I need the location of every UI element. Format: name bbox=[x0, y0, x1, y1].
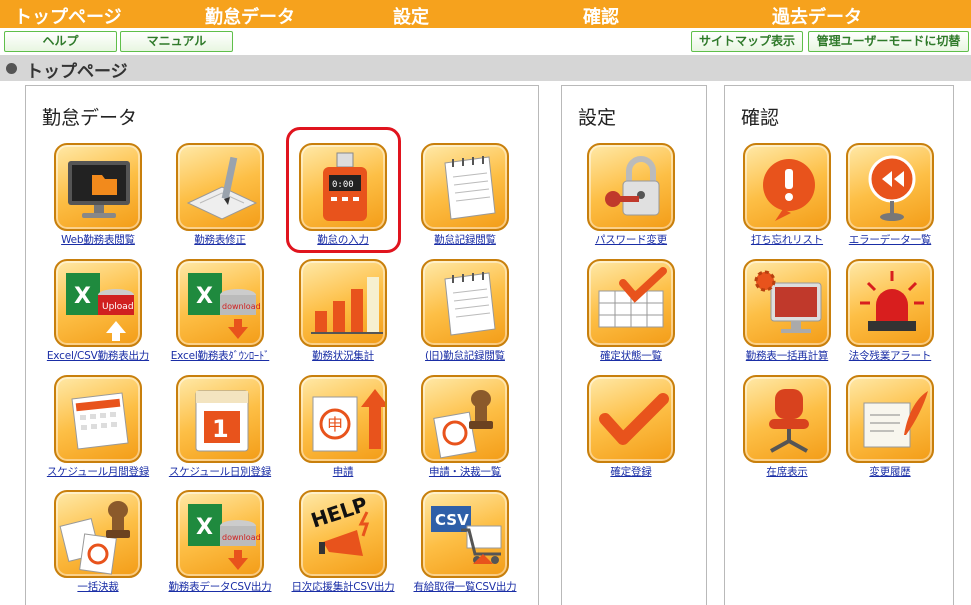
admin-mode-button[interactable]: 管理ユーザーモードに切替 bbox=[808, 31, 969, 52]
top-menu-confirm[interactable]: 確認 bbox=[583, 3, 619, 29]
tile-attendance-records[interactable]: 勤怠記録閲覧 bbox=[405, 143, 525, 255]
top-menu-bar: トップページ 勤怠データ 設定 確認 過去データ bbox=[0, 0, 971, 28]
tile-label: 変更履歴 bbox=[869, 466, 911, 478]
tile-label: 勤務表データCSV出力 bbox=[168, 581, 272, 593]
tile-apply[interactable]: 申 申請 bbox=[283, 375, 403, 487]
excel-upload-icon: X Upload bbox=[54, 259, 142, 347]
tile-label: 確定状態一覧 bbox=[600, 350, 662, 362]
monitor-gear-icon bbox=[743, 259, 831, 347]
top-menu-kintai-data[interactable]: 勤怠データ bbox=[205, 3, 295, 29]
approval-stamp-icon bbox=[421, 375, 509, 463]
tile-paid-leave-csv[interactable]: CSV 有給取得一覧CSV出力 bbox=[405, 490, 525, 602]
checkmark-icon bbox=[587, 375, 675, 463]
grid-check-icon bbox=[587, 259, 675, 347]
tile-daily-support-csv[interactable]: HELP 日次応援集計CSV出力 bbox=[283, 490, 403, 602]
tile-excel-download[interactable]: Xdownload Excel勤務表ﾀﾞｳﾝﾛｰﾄﾞ bbox=[160, 259, 280, 371]
section-title-settings: 設定 bbox=[578, 107, 617, 129]
excel-download-icon: Xdownload bbox=[176, 259, 264, 347]
tile-old-attendance-records[interactable]: (旧)勤怠記録閲覧 bbox=[405, 259, 525, 371]
tile-label: スケジュール月間登録 bbox=[46, 466, 150, 478]
tile-schedule-monthly[interactable]: スケジュール月間登録 bbox=[38, 375, 158, 487]
tile-schedule-daily[interactable]: 1 スケジュール日別登録 bbox=[160, 375, 280, 487]
tile-label: パスワード変更 bbox=[594, 234, 668, 246]
tile-label: 有給取得一覧CSV出力 bbox=[413, 581, 517, 593]
bullet-icon bbox=[6, 63, 17, 74]
tile-password-change[interactable]: パスワード変更 bbox=[571, 143, 691, 255]
tile-bulk-approval[interactable]: 一括決裁 bbox=[38, 490, 158, 602]
top-menu-settings[interactable]: 設定 bbox=[393, 3, 429, 29]
stamp-apply-icon: 申 bbox=[299, 375, 387, 463]
svg-text:X: X bbox=[74, 284, 91, 309]
tile-web-timesheet[interactable]: Web勤務表閲覧 bbox=[38, 143, 158, 255]
tile-label: エラーデータ一覧 bbox=[848, 234, 932, 246]
quill-scroll-icon bbox=[846, 375, 934, 463]
pen-form-icon bbox=[176, 143, 264, 231]
help-megaphone-icon: HELP bbox=[299, 490, 387, 578]
help-button[interactable]: ヘルプ bbox=[4, 31, 117, 52]
notepad-icon bbox=[421, 259, 509, 347]
error-sign-icon bbox=[846, 143, 934, 231]
tile-label: (旧)勤怠記録閲覧 bbox=[425, 350, 505, 362]
exclamation-icon bbox=[743, 143, 831, 231]
svg-text:HELP: HELP bbox=[308, 492, 370, 533]
section-title-confirm: 確認 bbox=[741, 107, 780, 129]
section-title-kintai: 勤怠データ bbox=[42, 107, 138, 129]
tile-label: 勤怠記録閲覧 bbox=[434, 234, 496, 246]
tile-label: 確定登録 bbox=[610, 466, 652, 478]
tile-confirmed-status-list[interactable]: 確定状態一覧 bbox=[571, 259, 691, 371]
top-menu-top-page[interactable]: トップページ bbox=[14, 3, 122, 29]
svg-text:download: download bbox=[222, 302, 261, 311]
tile-label: Excel/CSV勤務表出力 bbox=[46, 350, 150, 362]
tile-timesheet-edit[interactable]: 勤務表修正 bbox=[160, 143, 280, 255]
svg-text:Upload: Upload bbox=[102, 302, 134, 312]
tile-label: 勤務表修正 bbox=[194, 234, 246, 246]
daily-calendar-icon: 1 bbox=[176, 375, 264, 463]
sitemap-button[interactable]: サイトマップ表示 bbox=[691, 31, 803, 52]
tile-label: 申請・決裁一覧 bbox=[428, 466, 502, 478]
tile-label: Web勤務表閲覧 bbox=[61, 234, 135, 246]
tile-change-history[interactable]: 変更履歴 bbox=[830, 375, 950, 487]
tile-label: 法令残業アラート bbox=[848, 350, 932, 362]
svg-text:download: download bbox=[222, 533, 261, 542]
office-chair-icon bbox=[743, 375, 831, 463]
tile-legal-overtime-alert[interactable]: 法令残業アラート bbox=[830, 259, 950, 371]
excel-download-icon: Xdownload bbox=[176, 490, 264, 578]
highlight-frame bbox=[286, 127, 401, 253]
tile-label: 一括決裁 bbox=[77, 581, 119, 593]
manual-button[interactable]: マニュアル bbox=[120, 31, 233, 52]
tile-label: Excel勤務表ﾀﾞｳﾝﾛｰﾄﾞ bbox=[170, 350, 270, 362]
tile-label: 申請 bbox=[332, 466, 354, 478]
svg-text:1: 1 bbox=[212, 415, 229, 443]
monitor-folder-icon bbox=[54, 143, 142, 231]
tile-confirm-register[interactable]: 確定登録 bbox=[571, 375, 691, 487]
tile-label: スケジュール日別登録 bbox=[168, 466, 272, 478]
tile-apply-approval-list[interactable]: 申請・決裁一覧 bbox=[405, 375, 525, 487]
notepad-icon bbox=[421, 143, 509, 231]
tile-label: 日次応援集計CSV出力 bbox=[291, 581, 395, 593]
tile-error-data-list[interactable]: エラーデータ一覧 bbox=[830, 143, 950, 255]
tile-timesheet-csv-output[interactable]: Xdownload 勤務表データCSV出力 bbox=[160, 490, 280, 602]
tile-work-status-summary[interactable]: 勤務状況集計 bbox=[283, 259, 403, 371]
bulk-stamp-icon bbox=[54, 490, 142, 578]
tile-label: 勤務状況集計 bbox=[312, 350, 374, 362]
tile-excel-csv-output[interactable]: X Upload Excel/CSV勤務表出力 bbox=[38, 259, 158, 371]
breadcrumb: トップページ bbox=[0, 55, 971, 82]
padlock-key-icon bbox=[587, 143, 675, 231]
bar-chart-icon bbox=[299, 259, 387, 347]
calendar-icon bbox=[54, 375, 142, 463]
top-menu-past-data[interactable]: 過去データ bbox=[772, 3, 862, 29]
csv-cart-icon: CSV bbox=[421, 490, 509, 578]
siren-icon bbox=[846, 259, 934, 347]
svg-text:X: X bbox=[196, 515, 213, 540]
svg-text:X: X bbox=[196, 284, 213, 309]
svg-text:CSV: CSV bbox=[435, 511, 469, 529]
svg-text:申: 申 bbox=[327, 415, 343, 434]
page-title: トップページ bbox=[26, 62, 128, 82]
